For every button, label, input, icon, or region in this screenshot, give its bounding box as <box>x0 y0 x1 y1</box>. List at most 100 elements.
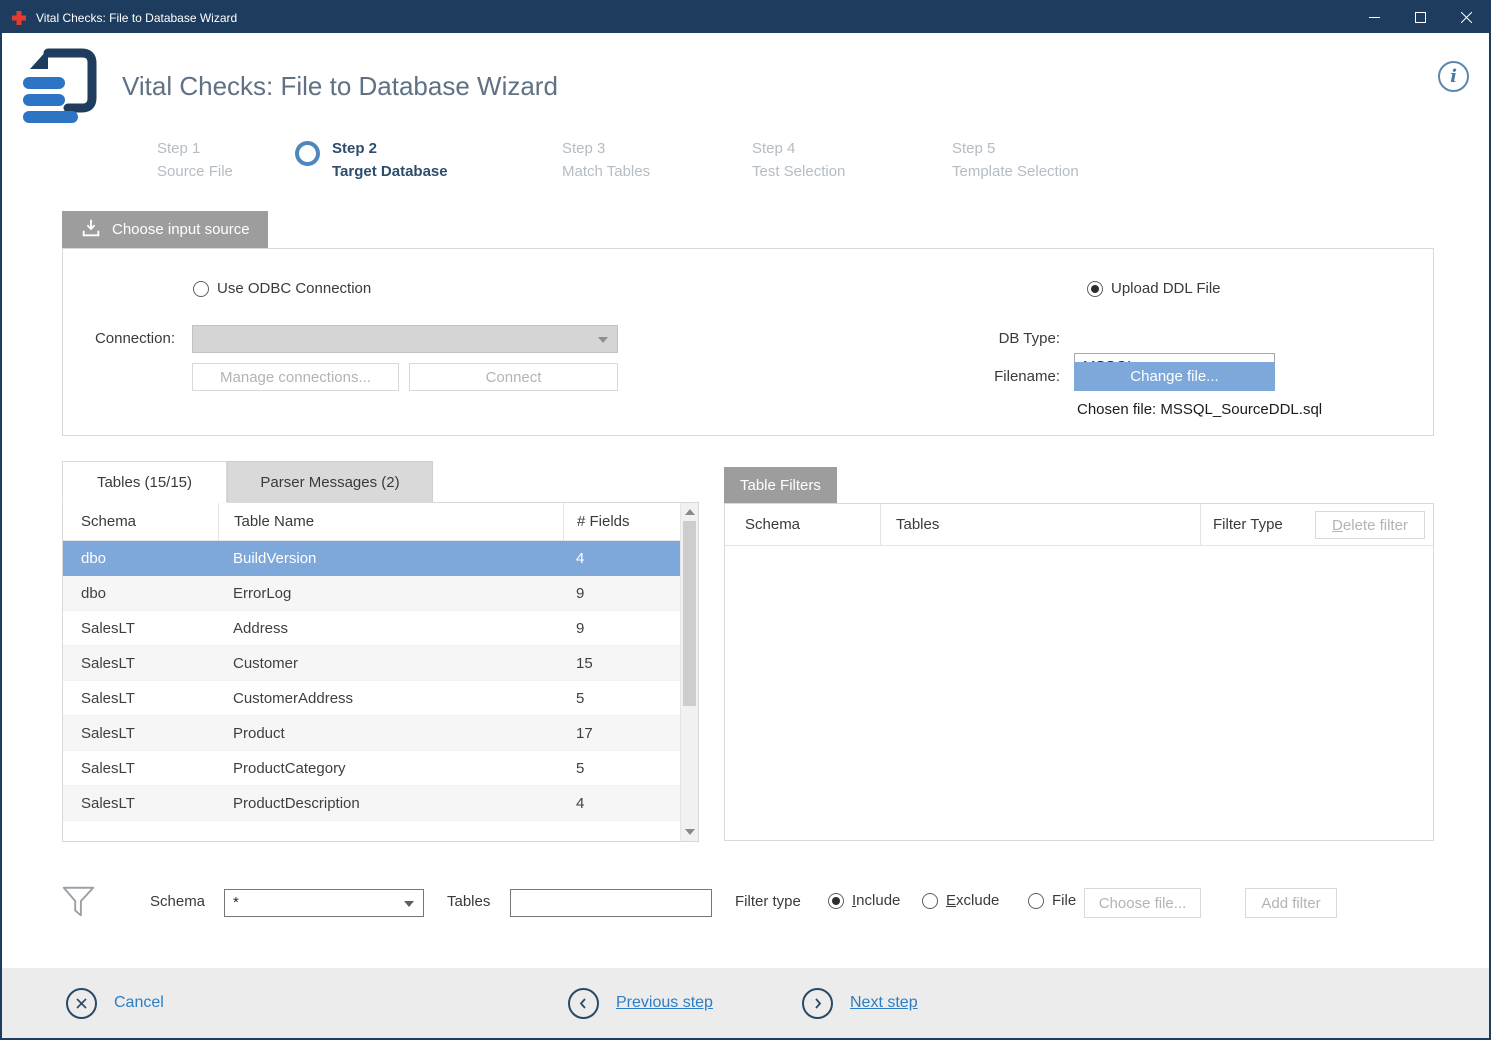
connection-select[interactable] <box>192 325 618 353</box>
next-step-button[interactable]: Next step <box>802 968 918 1038</box>
step-label: Template Selection <box>952 160 1079 183</box>
upload-ddl-radio[interactable]: Upload DDL File <box>1087 280 1221 297</box>
column-header-tables: Tables <box>880 504 1200 545</box>
cell-table: Product <box>218 725 563 742</box>
cell-schema: SalesLT <box>63 690 218 707</box>
cell-fields: 5 <box>563 760 680 777</box>
manage-connections-button[interactable]: Manage connections... <box>192 363 399 391</box>
filters-header-row: Schema Tables Filter Type Delete filter <box>725 504 1433 546</box>
step-5-indicator: Step 5 Template Selection <box>952 137 1079 183</box>
filter-bar: Schema * Tables Filter type Include Excl… <box>2 883 1489 927</box>
scrollbar-thumb[interactable] <box>683 521 696 706</box>
table-filters-header-label: Table Filters <box>740 477 821 494</box>
input-source-panel: Use ODBC Connection Upload DDL File Conn… <box>62 248 1434 436</box>
close-button[interactable] <box>1443 2 1489 33</box>
app-icon <box>11 10 27 26</box>
include-radio[interactable]: Include <box>828 892 900 909</box>
page-title: Vital Checks: File to Database Wizard <box>122 71 558 102</box>
app-logo <box>18 46 102 135</box>
scroll-down-icon[interactable] <box>685 829 695 835</box>
cell-fields: 5 <box>563 690 680 707</box>
cell-table: ProductDescription <box>218 795 563 812</box>
add-filter-button[interactable]: Add filter <box>1245 888 1337 918</box>
filename-label: Filename: <box>893 368 1060 385</box>
table-row[interactable]: SalesLT Address 9 <box>63 611 680 646</box>
cell-table: BuildVersion <box>218 550 563 567</box>
cell-table: CustomerAddress <box>218 690 563 707</box>
step-label: Target Database <box>332 160 448 183</box>
choose-file-button[interactable]: Choose file... <box>1084 888 1201 918</box>
column-header-table-name: Table Name <box>218 503 563 540</box>
cancel-label: Cancel <box>114 994 164 1012</box>
cell-fields: 4 <box>563 550 680 567</box>
chosen-file-text: Chosen file: MSSQL_SourceDDL.sql <box>1077 401 1322 418</box>
tables-filter-input[interactable] <box>510 889 712 917</box>
footer: Cancel Previous step Next step <box>2 968 1489 1038</box>
delete-filter-button[interactable]: Delete filter <box>1315 511 1425 539</box>
odbc-connection-radio[interactable]: Use ODBC Connection <box>193 280 371 297</box>
app-window: Vital Checks: File to Database Wizard <box>0 0 1491 1040</box>
previous-step-button[interactable]: Previous step <box>568 968 713 1038</box>
vertical-scrollbar[interactable] <box>680 503 698 841</box>
cell-schema: SalesLT <box>63 795 218 812</box>
cell-table: Address <box>218 620 563 637</box>
radio-icon <box>193 281 209 297</box>
step-2-indicator: Step 2 Target Database <box>332 137 448 183</box>
table-filters-box: Schema Tables Filter Type Delete filter <box>724 503 1434 841</box>
table-row[interactable]: SalesLT Product 17 <box>63 716 680 751</box>
step-4-indicator: Step 4 Test Selection <box>752 137 845 183</box>
cell-fields: 17 <box>563 725 680 742</box>
window-controls <box>1351 2 1489 33</box>
step-3-indicator: Step 3 Match Tables <box>562 137 650 183</box>
step-label: Match Tables <box>562 160 650 183</box>
scroll-up-icon[interactable] <box>685 509 695 515</box>
table-row[interactable]: dbo ErrorLog 9 <box>63 576 680 611</box>
connect-button[interactable]: Connect <box>409 363 618 391</box>
cell-fields: 9 <box>563 620 680 637</box>
chevron-down-icon <box>598 337 608 343</box>
upload-radio-label: Upload DDL File <box>1111 280 1221 297</box>
input-source-header: Choose input source <box>62 211 268 248</box>
table-row[interactable]: SalesLT ProductDescription 4 <box>63 786 680 821</box>
table-row[interactable]: dbo BuildVersion 4 <box>63 541 680 576</box>
step-number: Step 1 <box>157 137 233 160</box>
cell-fields: 15 <box>563 655 680 672</box>
cancel-button[interactable]: Cancel <box>66 968 164 1038</box>
file-radio[interactable]: File <box>1028 892 1076 909</box>
maximize-button[interactable] <box>1397 2 1443 33</box>
tab-parser-messages[interactable]: Parser Messages (2) <box>227 461 433 502</box>
next-step-label: Next step <box>850 994 918 1012</box>
radio-icon <box>1087 281 1103 297</box>
schema-filter-select[interactable]: * <box>224 889 424 917</box>
exclude-label: Exclude <box>946 892 999 909</box>
cell-schema: dbo <box>63 550 218 567</box>
info-glyph: i <box>1450 66 1457 87</box>
table-filters-panel: Table Filters Schema Tables Filter Type … <box>724 467 1434 841</box>
info-icon[interactable]: i <box>1438 61 1469 92</box>
minimize-button[interactable] <box>1351 2 1397 33</box>
filter-type-label: Filter type <box>735 893 801 910</box>
tables-body: dbo BuildVersion 4 dbo ErrorLog 9 SalesL… <box>63 541 680 821</box>
funnel-icon <box>60 883 98 926</box>
table-row[interactable]: SalesLT ProductCategory 5 <box>63 751 680 786</box>
cell-fields: 4 <box>563 795 680 812</box>
cell-fields: 9 <box>563 585 680 602</box>
step-number: Step 3 <box>562 137 650 160</box>
cell-schema: SalesLT <box>63 655 218 672</box>
table-row[interactable]: SalesLT Customer 15 <box>63 646 680 681</box>
db-type-label: DB Type: <box>893 330 1060 347</box>
table-row[interactable]: SalesLT CustomerAddress 5 <box>63 681 680 716</box>
column-header-fields: # Fields <box>563 503 680 540</box>
radio-icon <box>828 893 844 909</box>
change-file-button[interactable]: Change file... <box>1074 362 1275 391</box>
tables-table: Schema Table Name # Fields dbo BuildVers… <box>62 502 699 842</box>
column-header-schema: Schema <box>63 503 218 540</box>
exclude-radio[interactable]: Exclude <box>922 892 999 909</box>
tab-tables[interactable]: Tables (15/15) <box>62 461 227 503</box>
cell-table: ProductCategory <box>218 760 563 777</box>
table-filters-header: Table Filters <box>724 467 837 503</box>
step-label: Test Selection <box>752 160 845 183</box>
current-step-icon <box>295 141 320 166</box>
connection-label: Connection: <box>63 330 175 347</box>
step-1-indicator: Step 1 Source File <box>157 137 233 183</box>
